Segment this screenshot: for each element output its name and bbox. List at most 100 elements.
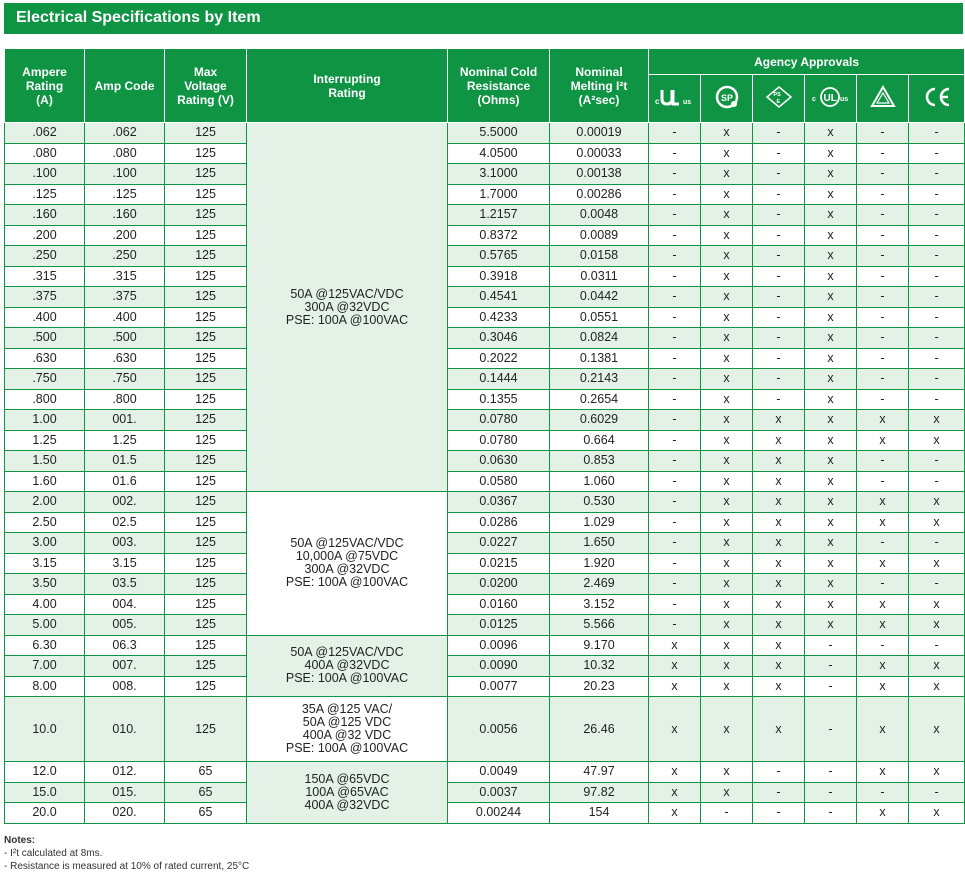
cell-approval-triangle: - bbox=[856, 368, 909, 390]
svg-text:PS: PS bbox=[773, 92, 781, 98]
cell-approval-curus: - bbox=[648, 388, 701, 410]
cell-ampere-rating: 7.00 bbox=[4, 655, 85, 677]
cell-cold-resistance: 0.0096 bbox=[447, 634, 550, 656]
cell-approval-csa: x bbox=[700, 614, 753, 636]
table-row: .100.100 125 3.1000 0.00138- x - x - - bbox=[4, 163, 965, 185]
table-row: .750.750 125 0.1444 0.2143- x - x - - bbox=[4, 368, 965, 390]
cell-approval-ce: - bbox=[907, 781, 965, 803]
cell-approval-curus: x bbox=[648, 802, 701, 824]
cell-max-voltage: 65 bbox=[164, 761, 247, 783]
cell-approval-triangle: x bbox=[856, 696, 909, 762]
cell-melting-i2t: 0.664 bbox=[549, 429, 649, 451]
cell-approval-ce: - bbox=[907, 224, 965, 246]
cell-approval-ce: x bbox=[907, 593, 965, 615]
cell-approval-triangle: - bbox=[856, 142, 909, 164]
cell-max-voltage: 125 bbox=[164, 204, 247, 226]
cell-approval-triangle: x bbox=[856, 552, 909, 574]
cell-cold-resistance: 0.8372 bbox=[447, 224, 550, 246]
table-row: .375.375 125 0.4541 0.0442- x - x - - bbox=[4, 286, 965, 308]
cell-approval-pse: - bbox=[752, 224, 805, 246]
cell-max-voltage: 125 bbox=[164, 347, 247, 369]
col-cold-resistance: Nominal Cold Resistance (Ohms) bbox=[447, 48, 550, 123]
cell-approval-culus: x bbox=[804, 491, 857, 513]
cell-ampere-rating: .800 bbox=[4, 388, 85, 410]
col-ampere-rating: Ampere Rating (A) bbox=[4, 48, 85, 123]
interrupting-rating-line: PSE: 100A @100VAC bbox=[285, 671, 409, 686]
cell-cold-resistance: 0.0780 bbox=[447, 409, 550, 431]
cell-melting-i2t: 1.060 bbox=[549, 470, 649, 492]
cell-ampere-rating: 2.00 bbox=[4, 491, 85, 513]
cell-cold-resistance: 0.4541 bbox=[447, 286, 550, 308]
cell-ampere-rating: 1.50 bbox=[4, 450, 85, 472]
cell-ampere-rating: .200 bbox=[4, 224, 85, 246]
cell-melting-i2t: 0.2143 bbox=[549, 368, 649, 390]
cell-approval-ce: - bbox=[907, 347, 965, 369]
cell-amp-code: 1.25 bbox=[84, 429, 165, 451]
cell-melting-i2t: 1.029 bbox=[549, 511, 649, 533]
cell-melting-i2t: 0.530 bbox=[549, 491, 649, 513]
cell-melting-i2t: 1.650 bbox=[549, 532, 649, 554]
cell-melting-i2t: 0.00286 bbox=[549, 183, 649, 205]
interrupting-rating-line: 150A @65VDC bbox=[304, 771, 390, 786]
cell-approval-csa: x bbox=[700, 511, 753, 533]
cell-approval-culus: x bbox=[804, 122, 857, 144]
cell-amp-code: 03.5 bbox=[84, 573, 165, 595]
cell-approval-triangle: - bbox=[856, 245, 909, 267]
cell-approval-culus: - bbox=[804, 761, 857, 783]
cell-approval-ce: x bbox=[907, 511, 965, 533]
table-row: 2.00 002. 125 50A @125VAC/VDC 10,000A @75VDC… bbox=[4, 491, 965, 636]
table-row: 7.00 007. 125 0.0090 10.32 x x x - x x bbox=[4, 655, 965, 677]
cell-max-voltage: 125 bbox=[164, 388, 247, 410]
cell-cold-resistance: 0.0227 bbox=[447, 532, 550, 554]
cell-approval-culus: x bbox=[804, 429, 857, 451]
cell-ampere-rating: .500 bbox=[4, 327, 85, 349]
cell-max-voltage: 125 bbox=[164, 163, 247, 185]
table-row: 3.50 03.5 125 0.0200 2.469- x x x - - bbox=[4, 573, 965, 595]
interrupting-rating-line: 100A @65VAC bbox=[305, 784, 389, 799]
table-row: 1.50 01.5 125 0.0630 0.853- x x x - - bbox=[4, 450, 965, 472]
cell-approval-ce: x bbox=[907, 552, 965, 574]
cell-approval-triangle: x bbox=[856, 593, 909, 615]
cell-approval-csa: x bbox=[700, 368, 753, 390]
cell-approval-triangle: - bbox=[856, 388, 909, 410]
cell-cold-resistance: 0.0125 bbox=[447, 614, 550, 636]
cell-cold-resistance: 0.1444 bbox=[447, 368, 550, 390]
cell-approval-culus: x bbox=[804, 327, 857, 349]
cell-approval-curus: - bbox=[648, 470, 701, 492]
cell-max-voltage: 125 bbox=[164, 450, 247, 472]
cell-approval-pse: - bbox=[752, 122, 805, 144]
cell-approval-pse: x bbox=[752, 655, 805, 677]
cell-approval-ce: x bbox=[907, 761, 965, 783]
cell-max-voltage: 125 bbox=[164, 368, 247, 390]
table-row: 1.60 01.6 125 0.0580 1.060- x x x - - bbox=[4, 470, 965, 492]
cell-max-voltage: 125 bbox=[164, 614, 247, 636]
cell-approval-triangle: - bbox=[856, 224, 909, 246]
table-row: .500.500 125 0.3046 0.0824- x - x - - bbox=[4, 327, 965, 349]
cell-max-voltage: 125 bbox=[164, 265, 247, 287]
cell-amp-code: 010. bbox=[84, 696, 165, 762]
cell-amp-code: 005. bbox=[84, 614, 165, 636]
cell-approval-pse: x bbox=[752, 614, 805, 636]
cell-approval-csa: x bbox=[700, 655, 753, 677]
cell-approval-curus: - bbox=[648, 573, 701, 595]
cell-ampere-rating: .125 bbox=[4, 183, 85, 205]
cell-melting-i2t: 0.2654 bbox=[549, 388, 649, 410]
cell-ampere-rating: 2.50 bbox=[4, 511, 85, 533]
cell-approval-pse: - bbox=[752, 163, 805, 185]
cell-melting-i2t: 0.0551 bbox=[549, 306, 649, 328]
cell-approval-pse: - bbox=[752, 761, 805, 783]
cell-melting-i2t: 5.566 bbox=[549, 614, 649, 636]
cell-approval-culus: x bbox=[804, 593, 857, 615]
cell-approval-ce: - bbox=[907, 327, 965, 349]
cell-max-voltage: 125 bbox=[164, 552, 247, 574]
cell-max-voltage: 125 bbox=[164, 142, 247, 164]
table-row: .630.630 125 0.2022 0.1381- x - x - - bbox=[4, 347, 965, 369]
cell-amp-code: 06.3 bbox=[84, 634, 165, 656]
cell-approval-pse: - bbox=[752, 347, 805, 369]
cell-approval-culus: x bbox=[804, 245, 857, 267]
cell-approval-curus: - bbox=[648, 122, 701, 144]
interrupting-rating-line: 300A @32VDC bbox=[304, 299, 390, 314]
cell-approval-culus: x bbox=[804, 286, 857, 308]
note-line: - I²t calculated at 8ms. bbox=[4, 848, 103, 859]
table-row: 6.30 06.3 125 50A @125VAC/VDC 400A @32VDC PSE… bbox=[4, 634, 965, 697]
